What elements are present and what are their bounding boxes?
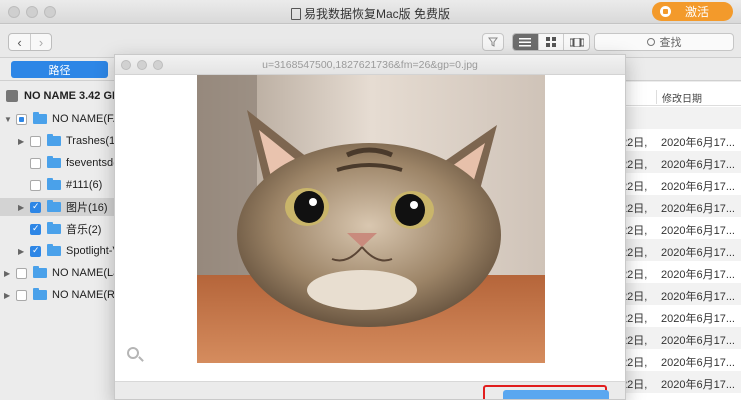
preview-image bbox=[197, 75, 545, 363]
item-checkbox[interactable] bbox=[16, 289, 27, 301]
hard-drive-icon bbox=[6, 90, 18, 102]
disclosure-collapsed-icon[interactable]: ▶ bbox=[18, 247, 26, 256]
sidebar-item[interactable]: ▶ NO NAME(Labe bbox=[4, 264, 116, 282]
item-checkbox[interactable] bbox=[16, 267, 27, 279]
sidebar-item-label: fseventsd(2) bbox=[66, 157, 116, 169]
title-bar: 易我数据恢复Mac版 免费版 激活 bbox=[0, 0, 741, 24]
file-modified-date: 2020年6月17... bbox=[661, 357, 735, 369]
sidebar-item-label: Trashes(12) bbox=[66, 135, 116, 147]
search-placeholder: 查找 bbox=[659, 37, 682, 49]
file-modified-date: 2020年6月17... bbox=[661, 203, 735, 215]
cat-photo bbox=[197, 75, 545, 363]
file-modified-date: 2020年6月17... bbox=[661, 313, 735, 325]
app-title-text: 易我数据恢复Mac版 免费版 bbox=[303, 7, 450, 21]
file-modified-date: 2020年6月17... bbox=[661, 159, 735, 171]
file-modified-date: 2020年6月17... bbox=[661, 181, 735, 193]
sidebar-item[interactable]: #111(6) bbox=[18, 176, 102, 194]
search-icon bbox=[646, 38, 655, 46]
item-checkbox[interactable] bbox=[30, 179, 41, 191]
folder-icon bbox=[33, 288, 47, 300]
preview-title: u=3168547500,1827621736&fm=26&gp=0.jpg bbox=[262, 59, 478, 71]
folder-icon bbox=[33, 266, 47, 278]
back-button[interactable]: ‹ bbox=[9, 34, 30, 50]
item-checkbox[interactable] bbox=[30, 201, 41, 213]
item-checkbox[interactable] bbox=[30, 157, 41, 169]
file-modified-date: 2020年6月17... bbox=[661, 379, 735, 391]
tab-path[interactable]: 路径 bbox=[11, 61, 108, 78]
item-checkbox[interactable] bbox=[30, 135, 41, 147]
sidebar-item[interactable]: ▶ Trashes(12) bbox=[18, 132, 116, 150]
sidebar-item[interactable]: ▶ NO NAME(RAW bbox=[4, 286, 116, 304]
list-view-icon bbox=[519, 37, 532, 46]
sidebar-item[interactable]: 音乐(2) bbox=[18, 220, 101, 238]
forward-button[interactable]: › bbox=[29, 34, 51, 50]
disclosure-expanded-icon[interactable]: ▼ bbox=[4, 115, 12, 124]
file-modified-date: 2020年6月17... bbox=[661, 269, 735, 281]
file-modified-date: 2020年6月17... bbox=[661, 137, 735, 149]
activate-button[interactable]: 激活 bbox=[652, 2, 733, 21]
sidebar-item[interactable]: ▼ NO NAME(FAT/ bbox=[4, 110, 116, 128]
sidebar-item[interactable]: ▶ 图片(16) bbox=[0, 198, 116, 216]
search-input[interactable]: 查找 bbox=[594, 33, 734, 51]
drive-item[interactable]: NO NAME 3.42 GB bbox=[6, 88, 116, 104]
sidebar-item-label: #111(6) bbox=[66, 179, 103, 191]
activate-label: 激活 bbox=[685, 5, 710, 19]
view-switcher bbox=[512, 33, 590, 51]
sidebar-item[interactable]: fseventsd(2) bbox=[18, 154, 116, 172]
folder-icon bbox=[47, 244, 61, 256]
app-icon bbox=[290, 8, 301, 20]
disclosure-collapsed-icon[interactable]: ▶ bbox=[4, 269, 12, 278]
cover-view-button[interactable] bbox=[563, 34, 589, 50]
folder-icon bbox=[47, 156, 61, 168]
item-checkbox[interactable] bbox=[30, 245, 41, 257]
filter-icon bbox=[488, 37, 498, 47]
folder-icon bbox=[47, 200, 61, 212]
sidebar-item-label: 音乐(2) bbox=[66, 224, 102, 236]
cover-view-icon bbox=[569, 37, 584, 47]
zoom-icon[interactable] bbox=[127, 347, 139, 359]
grid-view-button[interactable] bbox=[537, 34, 564, 50]
sidebar-item-label: NO NAME(FAT/ bbox=[52, 113, 116, 125]
preview-title-bar: u=3168547500,1827621736&fm=26&gp=0.jpg bbox=[115, 55, 625, 75]
folder-icon bbox=[47, 178, 61, 190]
sidebar: NO NAME 3.42 GB ▼ NO NAME(FAT/ ▶ Trashes(12… bbox=[0, 82, 116, 400]
folder-icon bbox=[47, 134, 61, 146]
sidebar-item-label: NO NAME(RAW bbox=[52, 289, 116, 301]
item-checkbox[interactable] bbox=[16, 113, 27, 125]
file-modified-date: 2020年6月17... bbox=[661, 335, 735, 347]
sidebar-item[interactable]: ▶ Spotlight-V1 bbox=[18, 242, 116, 260]
file-modified-date: 2020年6月17... bbox=[661, 225, 735, 237]
drive-label: NO NAME 3.42 GB bbox=[24, 90, 116, 102]
file-modified-date: 2020年6月17... bbox=[661, 247, 735, 259]
list-view-button[interactable] bbox=[513, 34, 538, 50]
sidebar-item-label: Spotlight-V1 bbox=[66, 245, 116, 257]
lock-icon bbox=[660, 6, 671, 17]
column-modified-date[interactable]: 修改日期 bbox=[656, 90, 702, 105]
folder-icon bbox=[47, 222, 61, 234]
filter-button[interactable] bbox=[482, 33, 504, 51]
chevron-left-icon: ‹ bbox=[17, 34, 22, 50]
disclosure-collapsed-icon[interactable]: ▶ bbox=[18, 203, 26, 212]
item-checkbox[interactable] bbox=[30, 223, 41, 235]
sidebar-item-label: NO NAME(Labe bbox=[52, 267, 116, 279]
app-title: 易我数据恢复Mac版 免费版 bbox=[0, 5, 741, 22]
preview-window: u=3168547500,1827621736&fm=26&gp=0.jpg bbox=[114, 54, 626, 400]
disclosure-collapsed-icon[interactable]: ▶ bbox=[18, 137, 26, 146]
file-modified-date: 2020年6月17... bbox=[661, 291, 735, 303]
recover-button[interactable] bbox=[503, 390, 609, 399]
sidebar-item-label: 图片(16) bbox=[66, 202, 108, 214]
nav-group: ‹ › bbox=[8, 33, 52, 51]
disclosure-collapsed-icon[interactable]: ▶ bbox=[4, 291, 12, 300]
folder-icon bbox=[33, 112, 47, 124]
grid-view-icon bbox=[546, 37, 556, 47]
chevron-right-icon: › bbox=[38, 34, 44, 50]
